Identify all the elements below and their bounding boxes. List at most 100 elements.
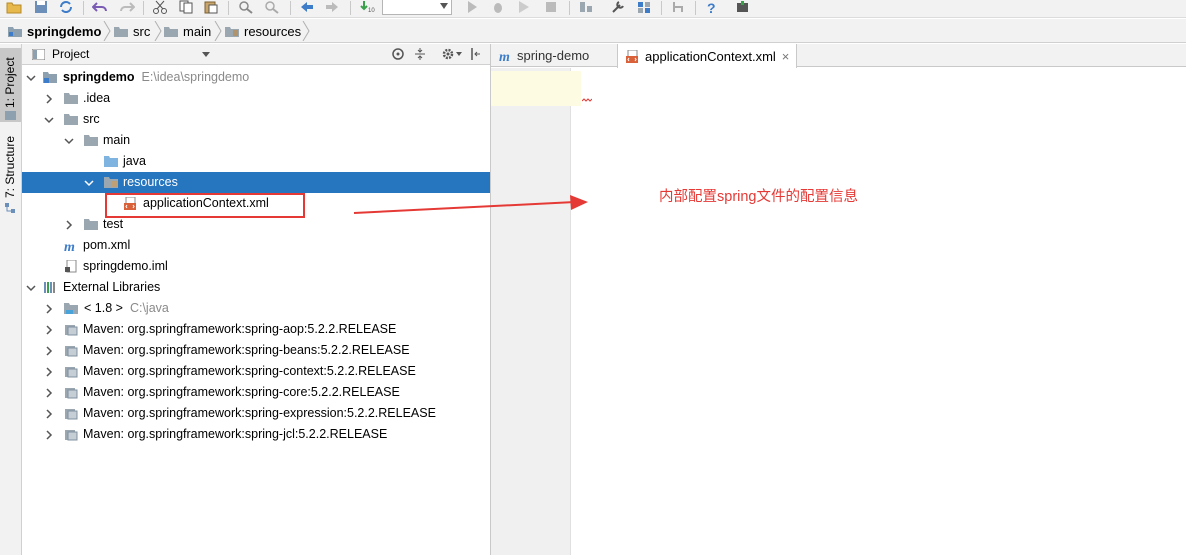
back-icon[interactable] (299, 0, 315, 14)
redo-icon[interactable] (119, 0, 135, 14)
chevron-right-icon[interactable] (44, 388, 54, 398)
undo-icon[interactable] (92, 0, 108, 14)
editor-text-area[interactable] (571, 68, 1186, 555)
breadcrumb-item-resources[interactable]: resources (225, 22, 301, 40)
stop-icon[interactable] (543, 0, 559, 14)
chevron-right-icon[interactable] (44, 304, 54, 314)
breadcrumb-label: resources (244, 23, 302, 39)
chevron-right-icon[interactable] (44, 367, 54, 377)
tree-node-maven-lib[interactable]: Maven: org.springframework:spring-jcl:5.… (22, 424, 490, 445)
sdk-icon[interactable] (636, 0, 652, 14)
tree-node-idea[interactable]: .idea (22, 88, 490, 109)
debug-icon[interactable] (490, 0, 506, 14)
jar-library-icon (65, 325, 78, 336)
jar-library-icon (65, 430, 78, 441)
close-tab-icon[interactable]: × (782, 49, 790, 64)
svg-text:m: m (64, 240, 75, 252)
editor-tab-bar: m spring-demo applicationContext.xml × (491, 44, 1186, 68)
settings-wrench-icon[interactable] (610, 0, 626, 14)
build-icon[interactable]: 10 (359, 0, 375, 14)
svg-text:?: ? (707, 0, 716, 14)
folder-icon (64, 114, 78, 125)
project-tab-icon (5, 111, 16, 120)
maven-file-icon: m (499, 50, 510, 63)
project-structure-icon[interactable] (578, 0, 594, 14)
tab-label: applicationContext.xml (645, 48, 776, 64)
chevron-right-icon[interactable] (44, 94, 54, 104)
chevron-down-icon[interactable] (26, 73, 36, 83)
run-icon[interactable] (464, 0, 480, 14)
tab-spring-demo[interactable]: m spring-demo (499, 44, 619, 67)
chevron-down-icon[interactable] (44, 115, 54, 125)
tree-node-springdemo[interactable]: springdemo E:\idea\springdemo (22, 67, 490, 88)
tree-node-external-libraries[interactable]: External Libraries (22, 277, 490, 298)
chevron-right-icon[interactable] (44, 430, 54, 440)
chevron-down-icon[interactable] (84, 178, 94, 188)
scroll-from-source-icon[interactable] (391, 47, 405, 61)
paste-icon[interactable] (203, 0, 219, 14)
tree-node-maven-lib[interactable]: Maven: org.springframework:spring-beans:… (22, 340, 490, 361)
save-icon[interactable] (33, 0, 49, 14)
jar-library-icon (65, 367, 78, 378)
tree-node-maven-lib[interactable]: Maven: org.springframework:spring-expres… (22, 403, 490, 424)
tree-node-label: java (123, 154, 146, 168)
hide-panel-icon[interactable] (470, 47, 482, 61)
sync-icon[interactable] (58, 0, 74, 14)
chevron-down-icon[interactable] (202, 52, 210, 57)
tree-node-jdk[interactable]: < 1.8 > C:\java (22, 298, 490, 319)
main-toolbar: 10 ? (0, 0, 1186, 18)
copy-icon[interactable] (178, 0, 194, 14)
collapse-all-icon[interactable] (413, 47, 427, 61)
breadcrumb-item-main[interactable]: main (164, 22, 211, 40)
tree-node-pom-xml[interactable]: m pom.xml (22, 235, 490, 256)
tree-node-main[interactable]: main (22, 130, 490, 151)
forward-icon[interactable] (324, 0, 340, 14)
tree-node-label: .idea (83, 91, 111, 105)
tab-project[interactable]: 1: Project (0, 48, 21, 122)
chevron-right-icon[interactable] (44, 346, 54, 356)
breadcrumb: springdemo src main resources (0, 19, 1186, 43)
tree-node-maven-lib[interactable]: Maven: org.springframework:spring-aop:5.… (22, 319, 490, 340)
svg-text:10: 10 (368, 8, 375, 14)
open-folder-icon[interactable] (6, 0, 22, 14)
breadcrumb-item-src[interactable]: src (114, 22, 150, 40)
chevron-down-icon[interactable] (64, 136, 74, 146)
chevron-down-icon[interactable] (26, 283, 36, 293)
cut-icon[interactable] (152, 0, 168, 14)
gear-icon[interactable] (441, 47, 455, 61)
find-icon[interactable] (238, 0, 254, 14)
resources-folder-icon (104, 177, 118, 188)
chevron-right-icon[interactable] (44, 325, 54, 335)
tree-node-label: springdemo.iml (83, 259, 168, 273)
library-icon (44, 282, 55, 293)
run-config-select[interactable] (382, 0, 452, 15)
tab-project-label: 1: Project (3, 57, 17, 108)
tree-node-label: resources (123, 175, 178, 189)
tree-node-maven-lib[interactable]: Maven: org.springframework:spring-contex… (22, 361, 490, 382)
chevron-right-icon[interactable] (64, 220, 74, 230)
chevron-down-icon[interactable] (456, 52, 462, 56)
svg-text:m: m (499, 50, 510, 63)
tree-node-src[interactable]: src (22, 109, 490, 130)
jar-library-icon (65, 346, 78, 357)
tab-applicationcontext-xml[interactable]: applicationContext.xml × (617, 44, 797, 68)
tree-node-label: Maven: org.springframework:spring-expres… (83, 406, 436, 420)
replace-icon[interactable] (264, 0, 280, 14)
breadcrumb-label: src (133, 23, 151, 39)
tree-node-springdemo-iml[interactable]: springdemo.iml (22, 256, 490, 277)
tab-structure[interactable]: 7: Structure (0, 132, 21, 216)
plugin-icon[interactable] (735, 0, 751, 14)
tree-node-java[interactable]: java (22, 151, 490, 172)
help-icon[interactable]: ? (704, 0, 720, 14)
folder-icon (84, 219, 98, 230)
tree-node-resources[interactable]: resources (22, 172, 490, 193)
chevron-right-icon[interactable] (44, 409, 54, 419)
project-view-selector[interactable]: Project (52, 47, 89, 61)
folder-icon (84, 135, 98, 146)
breadcrumb-item-springdemo[interactable]: springdemo (8, 22, 101, 40)
xml-file-icon (626, 49, 638, 63)
coverage-icon[interactable] (516, 0, 532, 14)
tree-node-maven-lib[interactable]: Maven: org.springframework:spring-core:5… (22, 382, 490, 403)
vcs-icon[interactable] (670, 0, 686, 14)
folder-icon (164, 26, 178, 37)
